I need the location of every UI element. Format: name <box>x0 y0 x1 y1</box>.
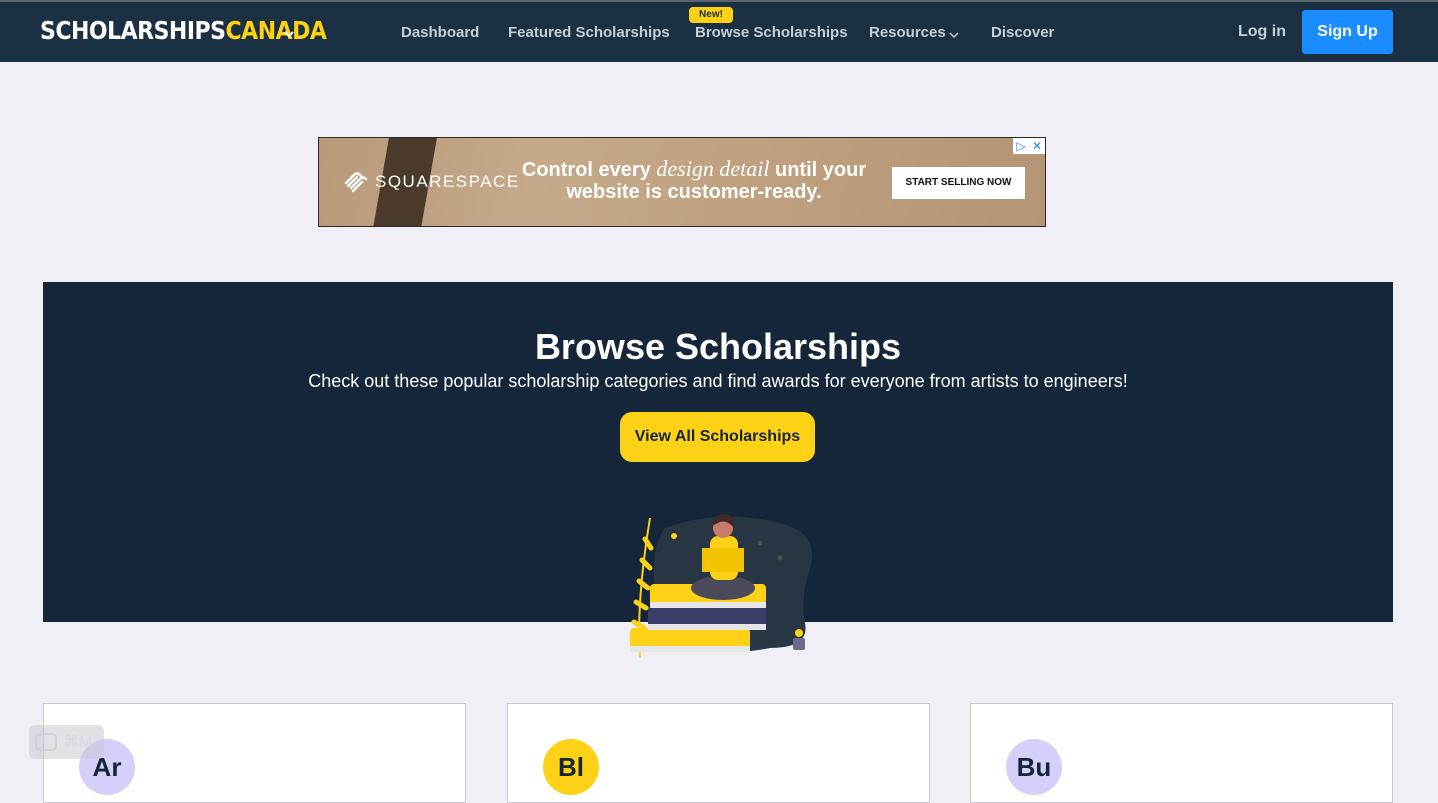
chevron-down-icon[interactable] <box>283 28 295 40</box>
ad-info-icon[interactable]: ▷ <box>1013 138 1029 154</box>
app-icon <box>35 733 57 751</box>
view-all-scholarships-button[interactable]: View All Scholarships <box>620 412 815 462</box>
nav-dashboard[interactable]: Dashboard <box>401 24 479 41</box>
nav-featured-scholarships[interactable]: Featured Scholarships <box>508 24 670 41</box>
squarespace-icon <box>344 172 368 193</box>
shortcut-label: ⌘M <box>63 734 93 751</box>
ad-choices[interactable]: ▷ ✕ <box>1013 138 1045 154</box>
page-subtitle: Check out these popular scholarship cate… <box>308 371 1128 391</box>
ad-text-italic: design detail <box>656 156 770 181</box>
category-card-black[interactable]: Bl <box>507 703 930 803</box>
logo-text-canada: CANADA <box>225 16 327 46</box>
shortcut-overlay[interactable]: ⌘M <box>29 725 104 759</box>
category-card-business[interactable]: Bu <box>970 703 1393 803</box>
ad-cta-button[interactable]: START SELLING NOW <box>892 167 1025 199</box>
logo-text-scholarships: SCHOLARSHIPS <box>40 16 226 46</box>
ad-banner[interactable]: SQUARESPACE Control every design detail … <box>318 137 1046 227</box>
ad-brand-name: SQUARESPACE <box>375 172 520 191</box>
page-title: Browse Scholarships <box>534 326 902 367</box>
category-avatar: Bl <box>543 739 599 795</box>
signup-button[interactable]: Sign Up <box>1302 10 1393 54</box>
ad-brand-logo: SQUARESPACE <box>343 171 520 193</box>
category-avatar: Bu <box>1006 739 1062 795</box>
navbar: SCHOLARSHIPS CANADA Dashboard Featured Sc… <box>0 2 1438 62</box>
resources-chevron-icon <box>949 32 959 39</box>
close-icon[interactable]: ✕ <box>1029 138 1045 154</box>
nav-browse-scholarships[interactable]: Browse Scholarships <box>695 24 848 41</box>
category-card-arts[interactable]: Ar <box>43 703 466 803</box>
nav-resources[interactable]: Resources <box>869 24 946 41</box>
login-link[interactable]: Log in <box>1238 23 1286 41</box>
ad-headline: Control every design detail until your w… <box>519 156 869 204</box>
ad-text-1: Control every <box>521 159 651 181</box>
nav-discover[interactable]: Discover <box>991 24 1054 41</box>
reading-illustration <box>629 513 812 659</box>
new-badge: New! <box>689 7 733 23</box>
